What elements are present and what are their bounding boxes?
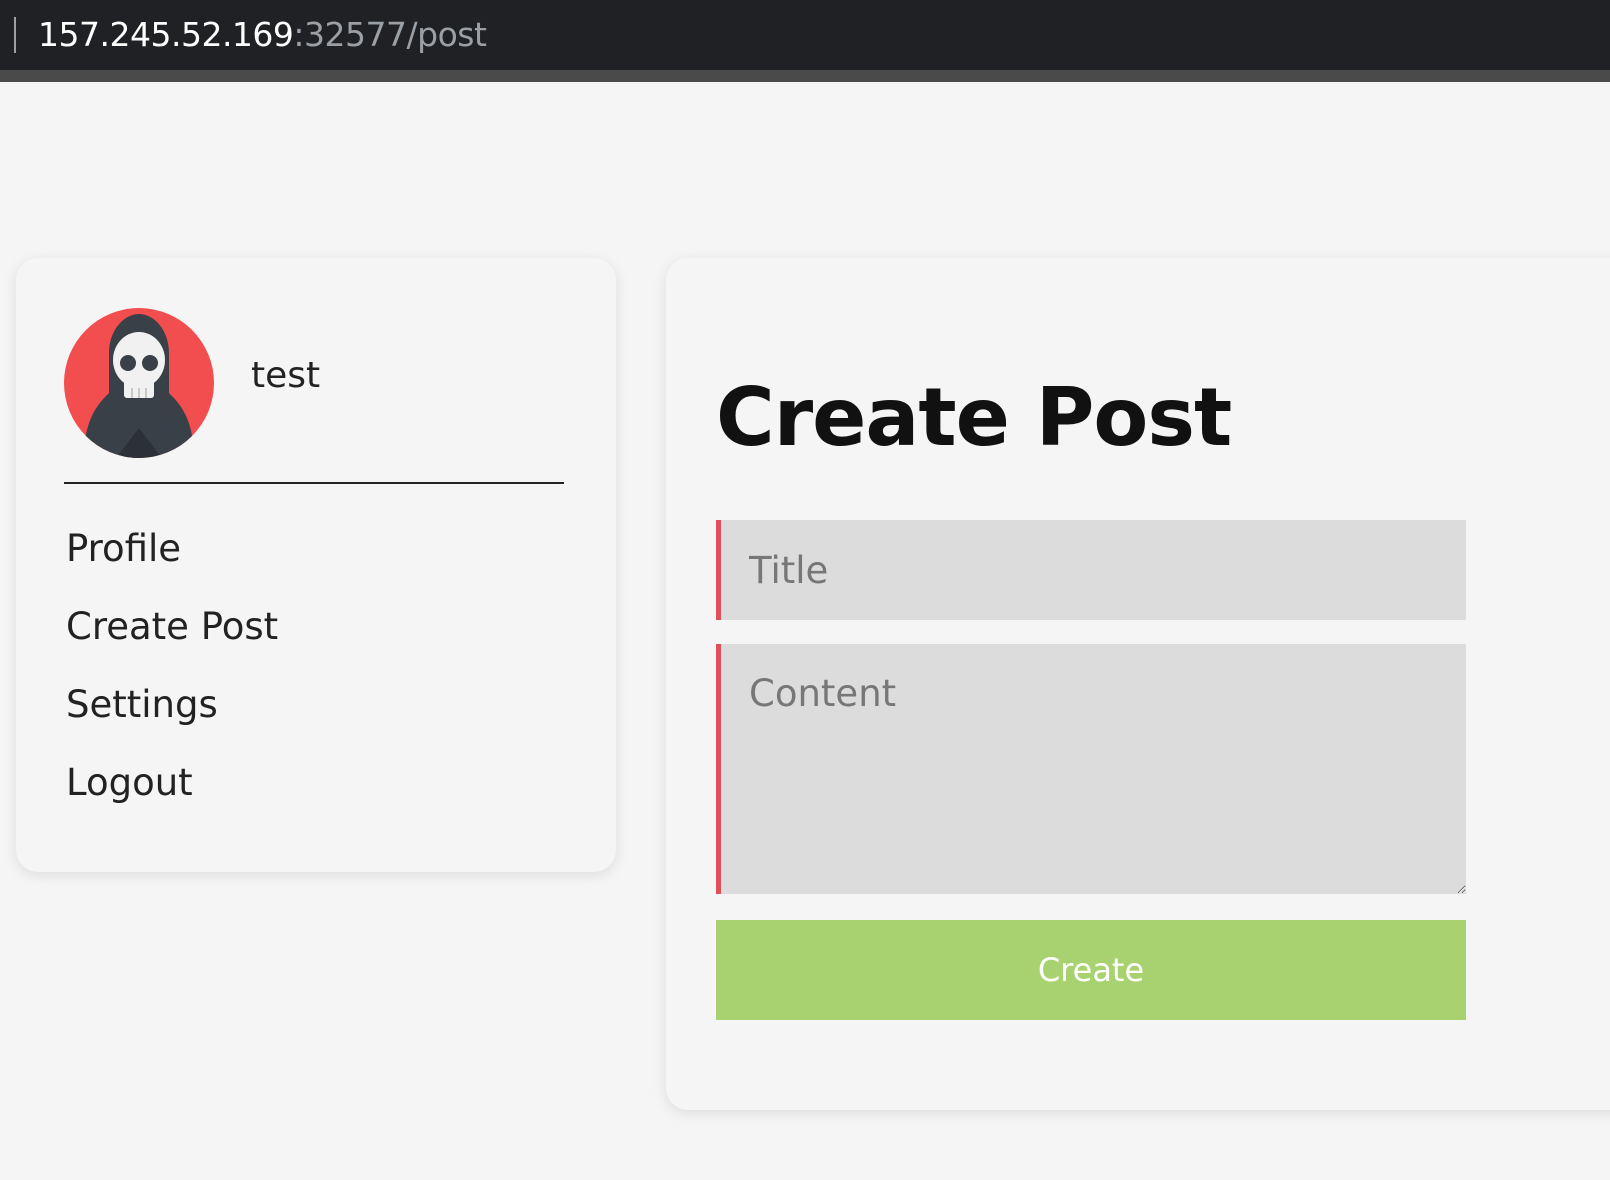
sidebar-item-profile[interactable]: Profile [66, 526, 278, 604]
sidebar-card: test Profile Create Post Settings Logout [16, 258, 616, 872]
sidebar-divider [64, 482, 564, 484]
url-text[interactable]: 157.245.52.169:32577/post [38, 14, 487, 56]
skull-hood-icon [64, 308, 214, 458]
browser-address-bar[interactable]: 157.245.52.169:32577/post [0, 0, 1610, 82]
username: test [251, 355, 321, 396]
sidebar-nav: Profile Create Post Settings Logout [66, 526, 278, 838]
text-cursor [14, 17, 16, 53]
create-button[interactable]: Create [716, 920, 1466, 1020]
sidebar-item-settings[interactable]: Settings [66, 682, 278, 760]
sidebar-item-logout[interactable]: Logout [66, 760, 278, 838]
create-post-card: Create Post Create [666, 258, 1610, 1110]
page-title: Create Post [716, 371, 1232, 464]
url-path: :32577/post [293, 15, 487, 54]
sidebar-item-create-post[interactable]: Create Post [66, 604, 278, 682]
content-textarea[interactable] [716, 644, 1466, 894]
url-host: 157.245.52.169 [38, 15, 294, 54]
title-input[interactable] [716, 520, 1466, 620]
